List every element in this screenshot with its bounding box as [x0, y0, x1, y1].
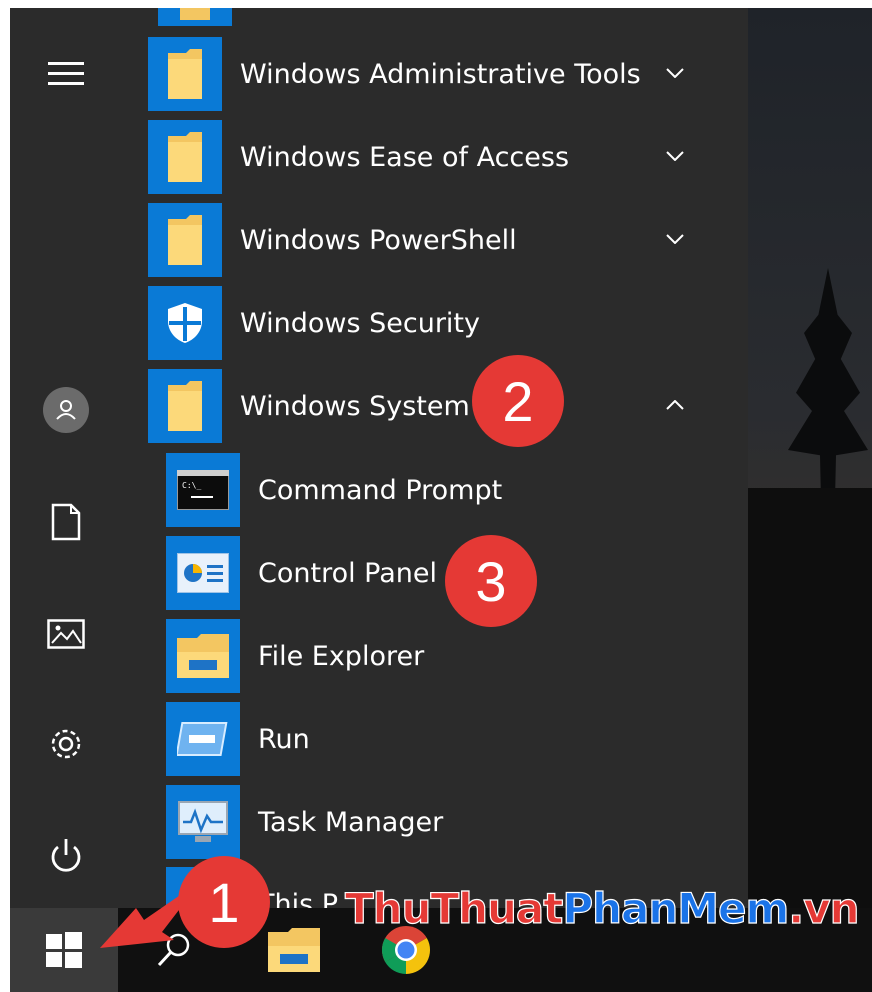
step-1-badge: 1: [178, 856, 270, 948]
app-item-windows-ease-of-access[interactable]: Windows Ease of Access: [148, 119, 738, 195]
app-item-windows-administrative-tools[interactable]: Windows Administrative Tools: [148, 36, 738, 112]
folder-icon: [148, 37, 222, 111]
app-item-run[interactable]: Run: [166, 701, 756, 777]
documents-icon[interactable]: [36, 492, 96, 552]
step-3-badge: 3: [445, 535, 537, 627]
app-label: Run: [258, 723, 310, 755]
watermark-part3: .vn: [788, 883, 860, 933]
app-label: Windows PowerShell: [240, 224, 517, 256]
start-rail: [10, 8, 122, 908]
hamburger-menu-icon[interactable]: [36, 44, 96, 104]
app-item-windows-system[interactable]: Windows System: [148, 368, 738, 444]
app-tile-partial: [158, 8, 232, 26]
app-item-windows-security[interactable]: Windows Security: [148, 285, 738, 361]
watermark: ThuThuatPhanMem.vn: [344, 883, 860, 944]
app-label: Windows Ease of Access: [240, 141, 570, 173]
user-icon[interactable]: [36, 380, 96, 440]
windows-start-icon: [46, 932, 82, 968]
watermark-part2: PhanMem: [562, 883, 790, 933]
shield-icon: [148, 286, 222, 360]
step-2-badge: 2: [472, 355, 564, 447]
chevron-down-icon[interactable]: [660, 58, 690, 88]
app-item-task-manager[interactable]: Task Manager: [166, 784, 756, 860]
command-prompt-icon: C:\_: [166, 453, 240, 527]
watermark-part1: ThuThuat: [344, 883, 564, 933]
folder-icon: [148, 120, 222, 194]
app-label: File Explorer: [258, 640, 425, 672]
app-label: Windows System: [240, 390, 470, 422]
folder-icon: [148, 203, 222, 277]
chevron-down-icon[interactable]: [660, 141, 690, 171]
pictures-icon[interactable]: [36, 604, 96, 664]
app-item-windows-powershell[interactable]: Windows PowerShell: [148, 202, 738, 278]
control-panel-icon: [166, 536, 240, 610]
folder-icon: [148, 369, 222, 443]
file-explorer-icon: [268, 928, 320, 972]
app-label: Command Prompt: [258, 474, 503, 506]
app-item-file-explorer[interactable]: File Explorer: [166, 618, 756, 694]
task-manager-icon: [166, 785, 240, 859]
chevron-down-icon[interactable]: [660, 224, 690, 254]
settings-icon[interactable]: [36, 714, 96, 774]
app-item-command-prompt[interactable]: C:\_ Command Prompt: [166, 452, 756, 528]
file-explorer-icon: [166, 619, 240, 693]
app-label: Windows Security: [240, 307, 480, 339]
desktop-wallpaper: [748, 8, 872, 908]
svg-text:C:\_: C:\_: [182, 481, 201, 490]
chevron-up-icon[interactable]: [660, 390, 690, 420]
power-icon[interactable]: [36, 826, 96, 886]
app-label: Control Panel: [258, 557, 438, 589]
run-icon: [166, 702, 240, 776]
app-label: Windows Administrative Tools: [240, 58, 641, 90]
app-label: Task Manager: [258, 806, 444, 838]
